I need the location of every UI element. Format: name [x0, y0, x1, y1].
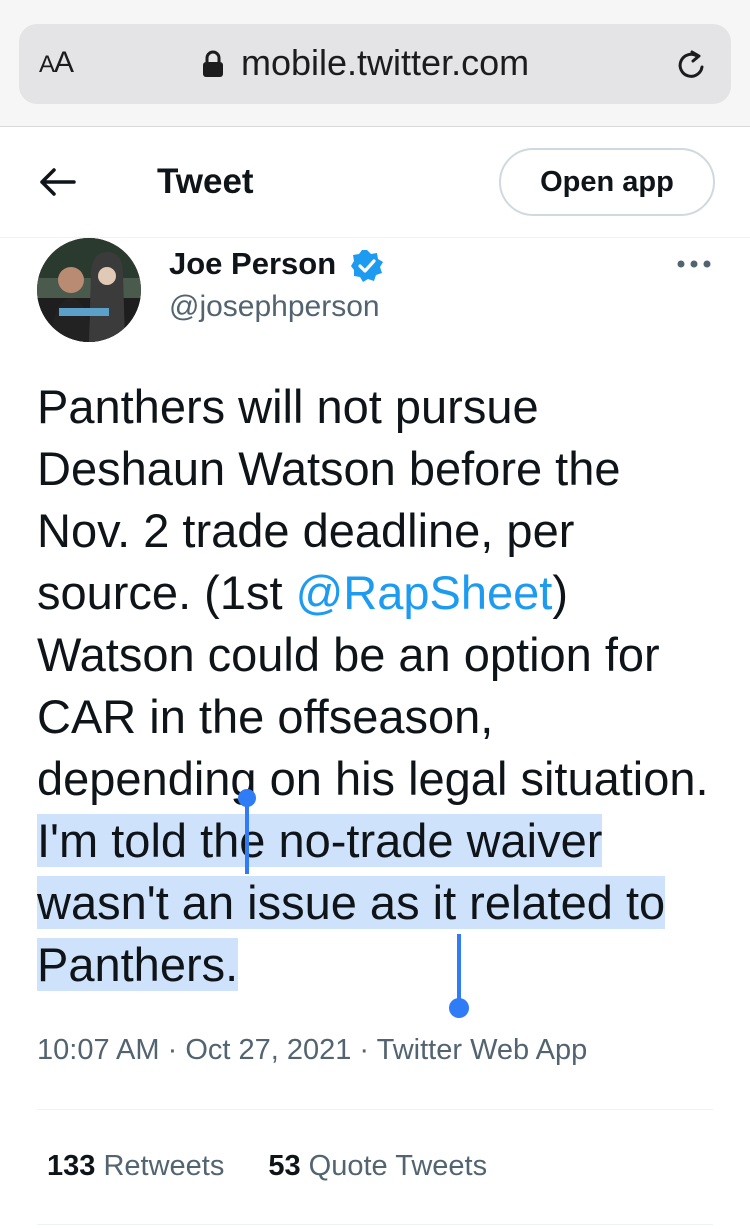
divider: [37, 1224, 713, 1225]
tweet-date[interactable]: Oct 27, 2021: [185, 1034, 351, 1066]
back-arrow-icon[interactable]: [38, 166, 76, 198]
retweets-link[interactable]: 133 Retweets: [47, 1150, 224, 1182]
open-app-button[interactable]: Open app: [499, 148, 715, 216]
avatar[interactable]: [37, 238, 141, 342]
selection-start-handle[interactable]: [237, 788, 257, 874]
tweet-time[interactable]: 10:07 AM: [37, 1034, 160, 1066]
tweet-text[interactable]: Panthers will not pursue Deshaun Watson …: [37, 376, 717, 996]
page-title: Tweet: [157, 162, 254, 201]
browser-toolbar: AA mobile.twitter.com: [0, 0, 750, 127]
author-name[interactable]: Joe Person: [169, 246, 336, 282]
avatar-photo: [37, 238, 141, 342]
tweet-header: Tweet Open app: [0, 128, 750, 238]
selection-end-handle[interactable]: [449, 934, 469, 1020]
selected-text: I'm told the no-trade waiver wasn't an i…: [37, 814, 666, 991]
mention-link[interactable]: @RapSheet: [296, 566, 553, 619]
address-bar[interactable]: AA mobile.twitter.com: [19, 24, 731, 104]
verified-badge-icon: [351, 250, 383, 282]
more-options-icon[interactable]: [676, 258, 712, 270]
tweet-timestamp: 10:07 AM · Oct 27, 2021 · Twitter Web Ap…: [37, 1034, 588, 1066]
tweet-stats: 133 Retweets 53 Quote Tweets: [47, 1150, 487, 1183]
author-handle[interactable]: @josephperson: [169, 290, 380, 324]
url-text[interactable]: mobile.twitter.com: [241, 42, 529, 84]
reader-options-button[interactable]: AA: [39, 46, 74, 80]
quote-tweets-link[interactable]: 53 Quote Tweets: [268, 1150, 487, 1182]
divider: [37, 1109, 713, 1110]
reload-icon[interactable]: [675, 48, 709, 82]
lock-icon: [203, 50, 223, 77]
tweet-source[interactable]: Twitter Web App: [377, 1034, 588, 1066]
